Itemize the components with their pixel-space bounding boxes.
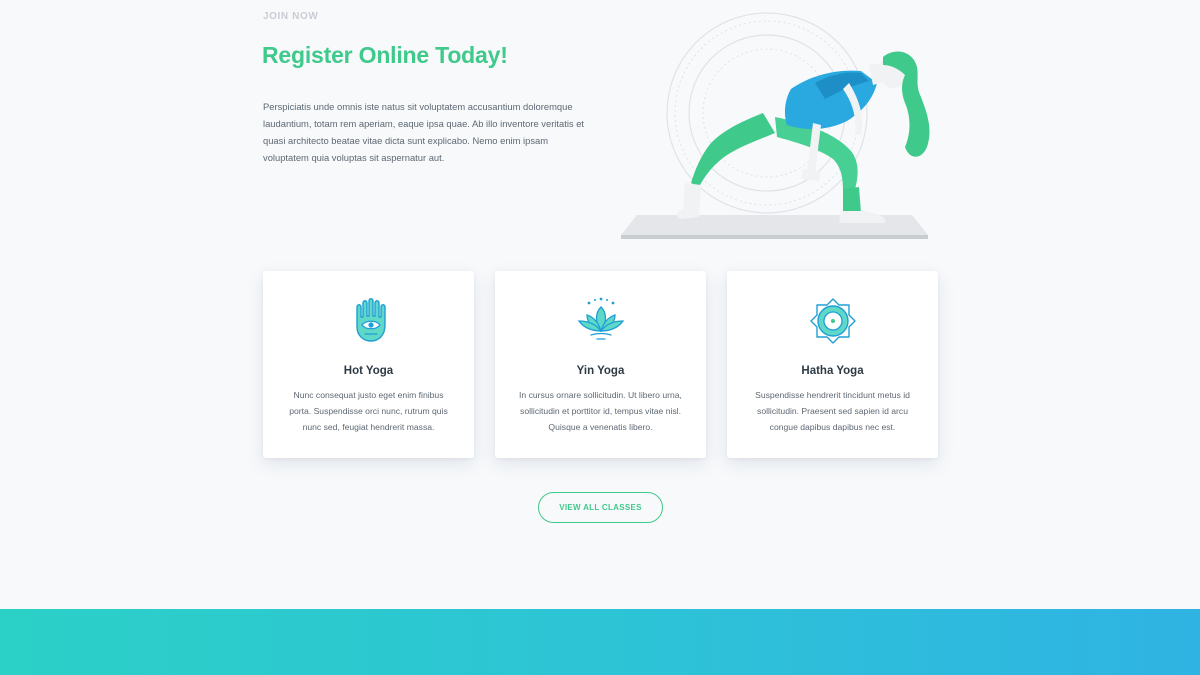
section-heading: Register Online Today! [262,42,508,68]
yoga-illustration [615,5,940,245]
card-description: Nunc consequat justo eget enim finibus p… [289,390,448,432]
lotus-icon [575,295,627,347]
yoga-woman-illustration [621,12,930,239]
class-card-hatha-yoga[interactable]: Hatha Yoga Suspendisse hendrerit tincidu… [727,271,938,458]
view-all-classes-button[interactable]: VIEW ALL CLASSES [538,492,663,523]
class-card-hot-yoga[interactable]: Hot Yoga Nunc consequat justo eget enim … [263,271,474,458]
hamsa-hand-icon [343,295,395,347]
chakra-icon [807,295,859,347]
card-title: Hatha Yoga [801,365,864,377]
section-intro: Perspiciatis unde omnis iste natus sit v… [263,101,585,163]
section-eyebrow: JOIN NOW [263,11,319,22]
card-description: Suspendisse hendrerit tincidunt metus id… [755,390,910,432]
card-description: In cursus ornare sollicitudin. Ut libero… [519,390,682,432]
footer-gradient-band [0,609,1200,675]
class-card-yin-yoga[interactable]: Yin Yoga In cursus ornare sollicitudin. … [495,271,706,458]
page: JOIN NOW Register Online Today! Perspici… [0,0,1200,675]
card-title: Hot Yoga [343,365,394,377]
card-title: Yin Yoga [576,365,625,377]
